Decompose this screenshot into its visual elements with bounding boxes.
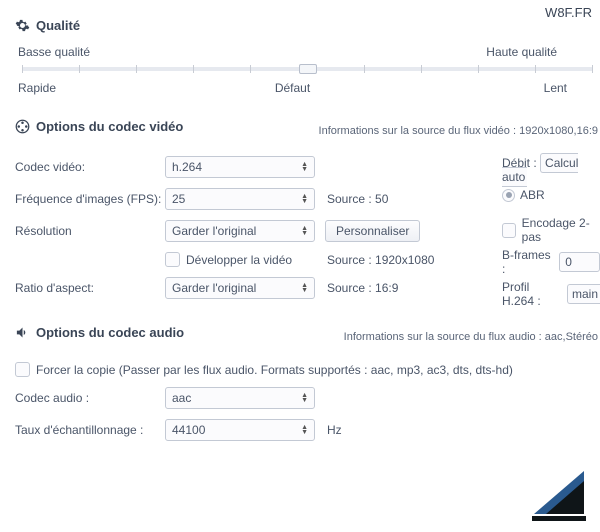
audio-codec-select[interactable]: aac ▲▼ [165,387,315,409]
aspect-label: Ratio d'aspect: [15,281,165,295]
audio-codec-label: Codec audio : [15,391,165,405]
video-codec-select[interactable]: h.264 ▲▼ [165,156,315,178]
sample-label: Taux d'échantillonnage : [15,423,165,437]
develop-video-checkbox[interactable] [165,252,180,267]
default-label: Défaut [201,81,384,95]
resolution-source: Source : 1920x1080 [327,253,434,267]
resolution-label: Résolution [15,224,165,238]
bframes-label: B-frames : [502,248,555,276]
customize-button[interactable]: Personnaliser [325,220,420,242]
fps-source: Source : 50 [327,192,388,206]
bframes-input[interactable]: 0 [559,252,600,272]
video-source-info: Informations sur la source du flux vidéo… [319,125,598,137]
fps-label: Fréquence d'images (FPS): [15,192,165,206]
abr-label: ABR [520,188,545,202]
sample-select[interactable]: 44100 ▲▼ [165,419,315,441]
video-codec-title: Options du codec vidéo [36,119,183,134]
quality-slider[interactable] [22,67,593,71]
fps-select[interactable]: 25 ▲▼ [165,188,315,210]
aspect-value: Garder l'original [172,281,256,295]
watermark: W8F.FR [545,5,592,20]
slow-label: Lent [384,81,597,95]
bframes-value: 0 [565,255,572,269]
twopass-label: Encodage 2-pas [522,216,600,244]
film-icon [15,119,30,134]
video-codec-value: h.264 [172,160,202,174]
slider-thumb[interactable] [299,64,317,74]
audio-codec-value: aac [172,391,191,405]
quality-section-header: Qualité [15,18,600,33]
site-logo-icon [524,466,594,524]
speaker-icon [15,325,30,340]
gear-icon [15,18,30,33]
aspect-select[interactable]: Garder l'original ▲▼ [165,277,315,299]
force-copy-checkbox[interactable] [15,362,30,377]
resolution-value: Garder l'original [172,224,256,238]
fast-label: Rapide [18,81,201,95]
quality-slider-group: Basse qualité Haute qualité Rapide Défau… [18,45,597,95]
abr-radio[interactable] [502,189,515,202]
video-codec-label: Codec vidéo: [15,160,165,174]
sample-value: 44100 [172,423,205,437]
twopass-checkbox[interactable] [502,223,516,238]
video-codec-section-header: Options du codec vidéo [15,119,183,134]
force-copy-label: Forcer la copie (Passer par les flux aud… [36,363,513,377]
profile-select[interactable]: main [567,284,600,304]
audio-source-info: Informations sur la source du flux audio… [344,331,598,343]
audio-codec-title: Options du codec audio [36,325,184,340]
audio-codec-section-header: Options du codec audio [15,325,184,340]
sample-unit: Hz [327,423,342,437]
high-quality-label: Haute qualité [486,45,597,59]
develop-video-label: Développer la vidéo [186,253,292,267]
quality-title: Qualité [36,18,80,33]
aspect-source: Source : 16:9 [327,281,398,295]
profile-label: Profil H.264 : [502,280,563,308]
resolution-select[interactable]: Garder l'original ▲▼ [165,220,315,242]
low-quality-label: Basse qualité [18,45,90,59]
fps-value: 25 [172,192,185,206]
